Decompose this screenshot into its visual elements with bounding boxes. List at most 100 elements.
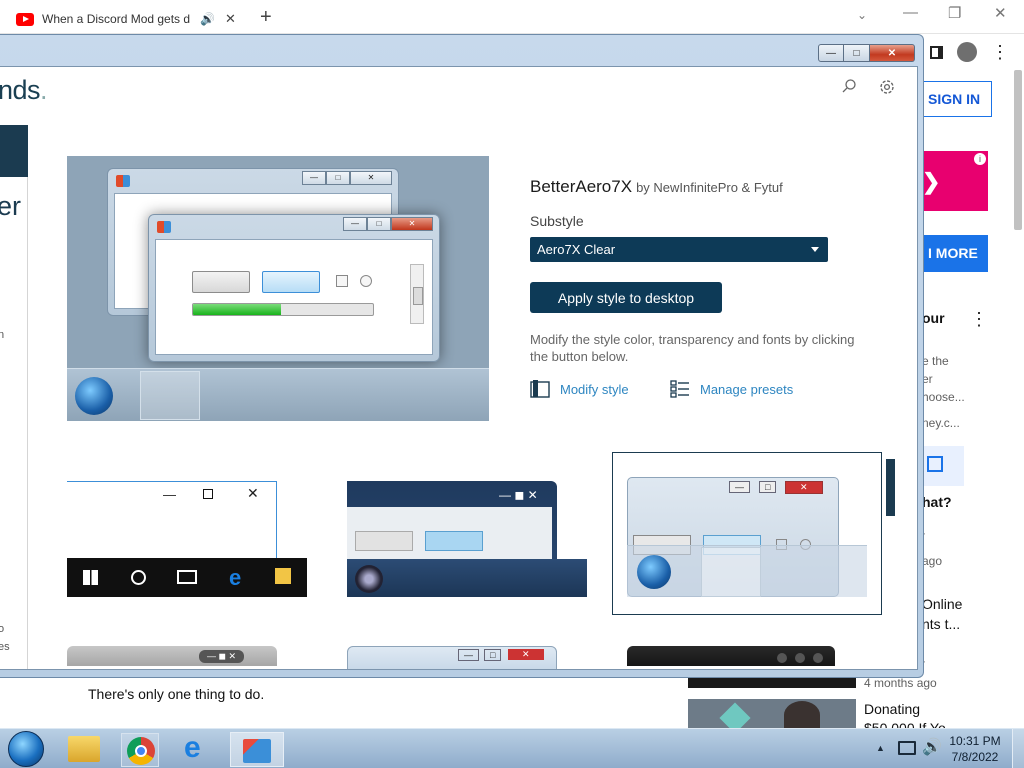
video-meta: ago (922, 554, 943, 568)
window-close-button[interactable]: ✕ (870, 44, 915, 62)
browser-menu-icon[interactable]: ⋮ (991, 43, 1009, 61)
video-title[interactable]: Online (922, 596, 962, 612)
volume-icon[interactable]: 🔊 (922, 737, 942, 757)
modify-style-link[interactable]: Modify style (530, 380, 629, 398)
ad-text-line: e the (922, 354, 949, 368)
youtube-icon (16, 12, 34, 26)
window-content: nds. er n o es —□✕ —□✕ (0, 66, 918, 670)
network-icon[interactable] (898, 741, 916, 755)
clock-time[interactable]: 10:31 PM (948, 734, 1002, 748)
style-title: BetterAero7X by NewInfinitePro & Fytuf (530, 177, 783, 196)
start-orb-icon (355, 565, 383, 593)
browser-restore-button[interactable]: ❐ (948, 4, 961, 22)
thumbnail-scroll-indicator (886, 459, 895, 516)
chrome-taskbar-button[interactable] (121, 733, 159, 767)
preview-front-window: — □ ✕ (148, 214, 440, 362)
ad-url: ney.c... (922, 416, 960, 430)
preview-taskbar (67, 368, 489, 421)
style-thumbnail-light[interactable]: — □ ✕ (347, 646, 557, 669)
ad-info-icon[interactable]: i (974, 153, 986, 165)
gear-icon[interactable] (878, 78, 896, 96)
style-thumbnail-gray[interactable]: — ◼ ✕ (67, 646, 277, 669)
left-panel-text: o (0, 623, 4, 635)
profile-avatar[interactable] (957, 42, 977, 62)
search-icon[interactable] (842, 79, 856, 93)
preview-button-hover (262, 271, 320, 293)
style-thumbnail-aero7x[interactable]: — □ ✕ (612, 452, 882, 615)
style-preview: — □ ✕ — □ ✕ (67, 156, 489, 421)
ad-text-line: hoose... (922, 390, 965, 404)
new-tab-button[interactable]: + (260, 6, 272, 29)
learn-more-button[interactable]: I MORE (918, 235, 988, 272)
browser-toolbar-icons: ⋮ (930, 42, 1009, 62)
video-title[interactable]: $50,000 If Yo... (864, 720, 957, 728)
page-scrollbar[interactable] (1014, 70, 1022, 230)
modify-style-icon (530, 380, 550, 398)
side-panel-icon[interactable] (930, 45, 943, 59)
browser-tab[interactable]: When a Discord Mod gets d 🔊 ✕ (8, 4, 246, 34)
presets-list-icon (670, 380, 689, 398)
youtube-sidebar: ⋮ SIGN IN ❯ i I MORE our ⋮ e the er hoos… (918, 34, 1024, 728)
tab-title: When a Discord Mod gets d (42, 12, 191, 26)
show-desktop-button[interactable] (1012, 729, 1024, 768)
substyle-value: Aero7X Clear (537, 242, 616, 257)
tab-search-chevron-icon[interactable]: ⌄ (857, 8, 867, 22)
apply-style-button[interactable]: Apply style to desktop (530, 282, 722, 313)
speaker-icon[interactable]: 🔊 (200, 12, 215, 26)
substyle-label: Substyle (530, 213, 584, 229)
chevron-down-icon (811, 247, 819, 252)
left-panel: er n o es (0, 125, 28, 669)
open-external-icon (927, 456, 943, 472)
preview-progress-fill (193, 304, 282, 315)
left-panel-text: n (0, 329, 4, 341)
video-thumbnail[interactable] (688, 699, 856, 734)
windows-flag-icon (157, 221, 171, 233)
modify-description: Modify the style color, transparency and… (530, 332, 855, 364)
open-link-button[interactable] (918, 446, 964, 486)
window-minimize-button[interactable]: — (818, 44, 844, 62)
preview-taskbar-button (140, 371, 200, 420)
tray-expand-icon[interactable]: ▲ (876, 743, 885, 753)
preview-scrollbar (410, 264, 424, 324)
manage-presets-link[interactable]: Manage presets (670, 380, 793, 398)
windows10-start-icon (83, 570, 98, 585)
windows-start-orb-icon (637, 555, 671, 589)
left-panel-title: er (0, 191, 22, 221)
left-panel-header (0, 125, 28, 177)
clock-date[interactable]: 7/8/2022 (948, 750, 1002, 764)
style-thumbnail-windows10[interactable]: — ✕ e (67, 481, 307, 597)
video-description: There's only one thing to do. (88, 686, 265, 702)
window-maximize-button[interactable]: □ (844, 44, 870, 62)
windows-start-orb-icon (75, 377, 113, 415)
tab-close-icon[interactable]: ✕ (225, 11, 236, 27)
preview-checkbox (336, 275, 348, 287)
start-button[interactable] (8, 731, 44, 767)
thumbnail-person (784, 701, 820, 729)
preview-progress-bar (192, 303, 374, 316)
browser-close-button[interactable]: ✕ (994, 4, 1007, 22)
preview-button (192, 271, 250, 293)
browser-minimize-button[interactable]: — (903, 4, 918, 21)
substyle-dropdown[interactable]: Aero7X Clear (530, 237, 828, 262)
windhawk-taskbar-button[interactable] (230, 732, 284, 767)
window-controls: — □ ✕ (818, 44, 915, 62)
ad-title: our (922, 310, 945, 326)
video-thumbnail[interactable] (688, 678, 856, 688)
windows-taskbar: e ▲ 🔊 10:31 PM 7/8/2022 (0, 728, 1024, 768)
browser-tab-strip: When a Discord Mod gets d 🔊 ✕ + ⌄ — ❐ ✕ (0, 0, 1024, 34)
video-title[interactable]: Donating (864, 701, 920, 717)
windhawk-style-window: — □ ✕ nds. er n o es —□✕ (0, 34, 924, 678)
video-title[interactable]: nts t... (922, 616, 960, 632)
windows-flag-icon (116, 175, 130, 187)
sign-in-button[interactable]: SIGN IN (918, 81, 992, 117)
style-thumbnail-black[interactable] (627, 646, 835, 669)
app-brand: nds. (0, 75, 48, 105)
video-title[interactable]: hat? (922, 494, 952, 510)
file-explorer-icon[interactable] (68, 736, 100, 762)
preview-radio (360, 275, 372, 287)
left-panel-text: es (0, 641, 10, 653)
style-thumbnail-dark-aero[interactable]: — ◼ ✕ (347, 481, 587, 597)
video-meta: 4 months ago (864, 676, 937, 690)
ad-menu-icon[interactable]: ⋮ (970, 310, 988, 328)
internet-explorer-icon[interactable]: e (184, 733, 216, 765)
